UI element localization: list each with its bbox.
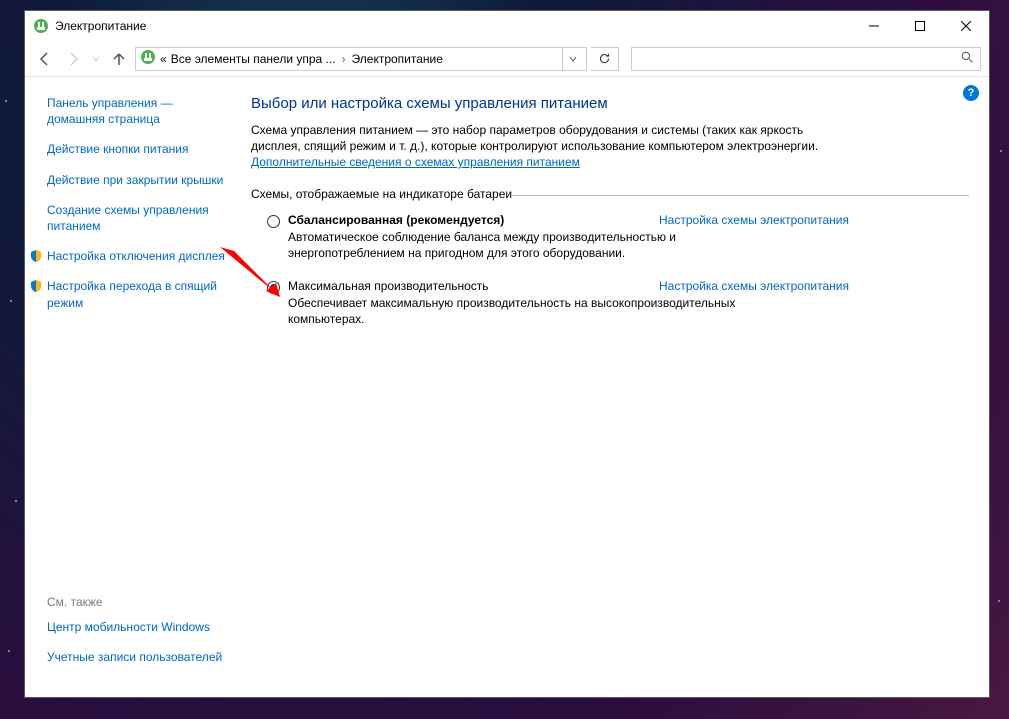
scheme-description: Обеспечивает максимальную производительн… bbox=[288, 295, 788, 327]
scheme-name: Максимальная производительность bbox=[288, 279, 489, 293]
breadcrumb-icon bbox=[140, 49, 156, 68]
page-heading: Выбор или настройка схемы управления пит… bbox=[251, 95, 849, 112]
recent-dropdown[interactable] bbox=[89, 47, 103, 71]
sidebar: Панель управления — домашняя страница Де… bbox=[25, 77, 235, 697]
power-scheme-balanced: Сбалансированная (рекомендуется) Настрой… bbox=[251, 213, 849, 261]
address-dropdown[interactable] bbox=[562, 48, 582, 70]
sidebar-link[interactable]: Действие при закрытии крышки bbox=[47, 172, 225, 188]
up-button[interactable] bbox=[107, 47, 131, 71]
scheme-name: Сбалансированная (рекомендуется) bbox=[288, 213, 504, 227]
titlebar: Электропитание bbox=[25, 11, 989, 41]
help-button[interactable]: ? bbox=[963, 85, 979, 101]
control-panel-window: Электропитание « Все элементы панели упр… bbox=[24, 10, 990, 698]
radio-high-performance[interactable] bbox=[267, 281, 280, 294]
scheme-settings-link[interactable]: Настройка схемы электропитания bbox=[659, 213, 849, 227]
chevron-right-icon[interactable]: › bbox=[340, 52, 348, 66]
sidebar-link[interactable]: Настройка перехода в спящий режим bbox=[47, 278, 225, 310]
see-also-header: См. также bbox=[47, 595, 227, 609]
search-icon[interactable] bbox=[961, 51, 974, 67]
radio-balanced[interactable] bbox=[267, 215, 280, 228]
main-panel: ? Выбор или настройка схемы управления п… bbox=[235, 77, 989, 697]
schemes-group-label: Схемы, отображаемые на индикаторе батаре… bbox=[251, 187, 849, 201]
search-input[interactable] bbox=[638, 52, 961, 66]
app-icon bbox=[33, 18, 49, 34]
maximize-button[interactable] bbox=[897, 11, 943, 41]
sidebar-link[interactable]: Создание схемы управления питанием bbox=[47, 202, 225, 234]
breadcrumb-prefix: « bbox=[160, 52, 167, 66]
breadcrumb-box[interactable]: « Все элементы панели упра ... › Электро… bbox=[135, 47, 587, 71]
more-info-link[interactable]: Дополнительные сведения о схемах управле… bbox=[251, 155, 580, 169]
address-bar: « Все элементы панели упра ... › Электро… bbox=[25, 41, 989, 77]
see-also-link[interactable]: Учетные записи пользователей bbox=[47, 649, 227, 665]
sidebar-link[interactable]: Действие кнопки питания bbox=[47, 141, 225, 157]
shield-icon bbox=[29, 249, 43, 263]
window-title: Электропитание bbox=[55, 19, 851, 33]
search-box[interactable] bbox=[631, 47, 981, 71]
breadcrumb-part[interactable]: Электропитание bbox=[352, 52, 443, 66]
back-button[interactable] bbox=[33, 47, 57, 71]
description-text: Схема управления питанием — это набор па… bbox=[251, 123, 818, 153]
content-area: Панель управления — домашняя страница Де… bbox=[25, 77, 989, 697]
breadcrumb-part[interactable]: Все элементы панели упра ... bbox=[171, 52, 336, 66]
power-scheme-high-performance: Максимальная производительность Настройк… bbox=[251, 279, 849, 327]
close-button[interactable] bbox=[943, 11, 989, 41]
scheme-description: Автоматическое соблюдение баланса между … bbox=[288, 229, 788, 261]
window-controls bbox=[851, 11, 989, 41]
scheme-settings-link[interactable]: Настройка схемы электропитания bbox=[659, 279, 849, 293]
refresh-button[interactable] bbox=[591, 47, 619, 71]
forward-button[interactable] bbox=[61, 47, 85, 71]
sidebar-link[interactable]: Настройка отключения дисплея bbox=[47, 248, 225, 264]
shield-icon bbox=[29, 279, 43, 293]
minimize-button[interactable] bbox=[851, 11, 897, 41]
page-description: Схема управления питанием — это набор па… bbox=[251, 122, 849, 171]
group-label-text: Схемы, отображаемые на индикаторе батаре… bbox=[251, 187, 512, 201]
control-panel-home-link[interactable]: Панель управления — домашняя страница bbox=[47, 95, 225, 127]
see-also-link[interactable]: Центр мобильности Windows bbox=[47, 619, 227, 635]
see-also-section: См. также Центр мобильности Windows Учет… bbox=[47, 595, 227, 679]
